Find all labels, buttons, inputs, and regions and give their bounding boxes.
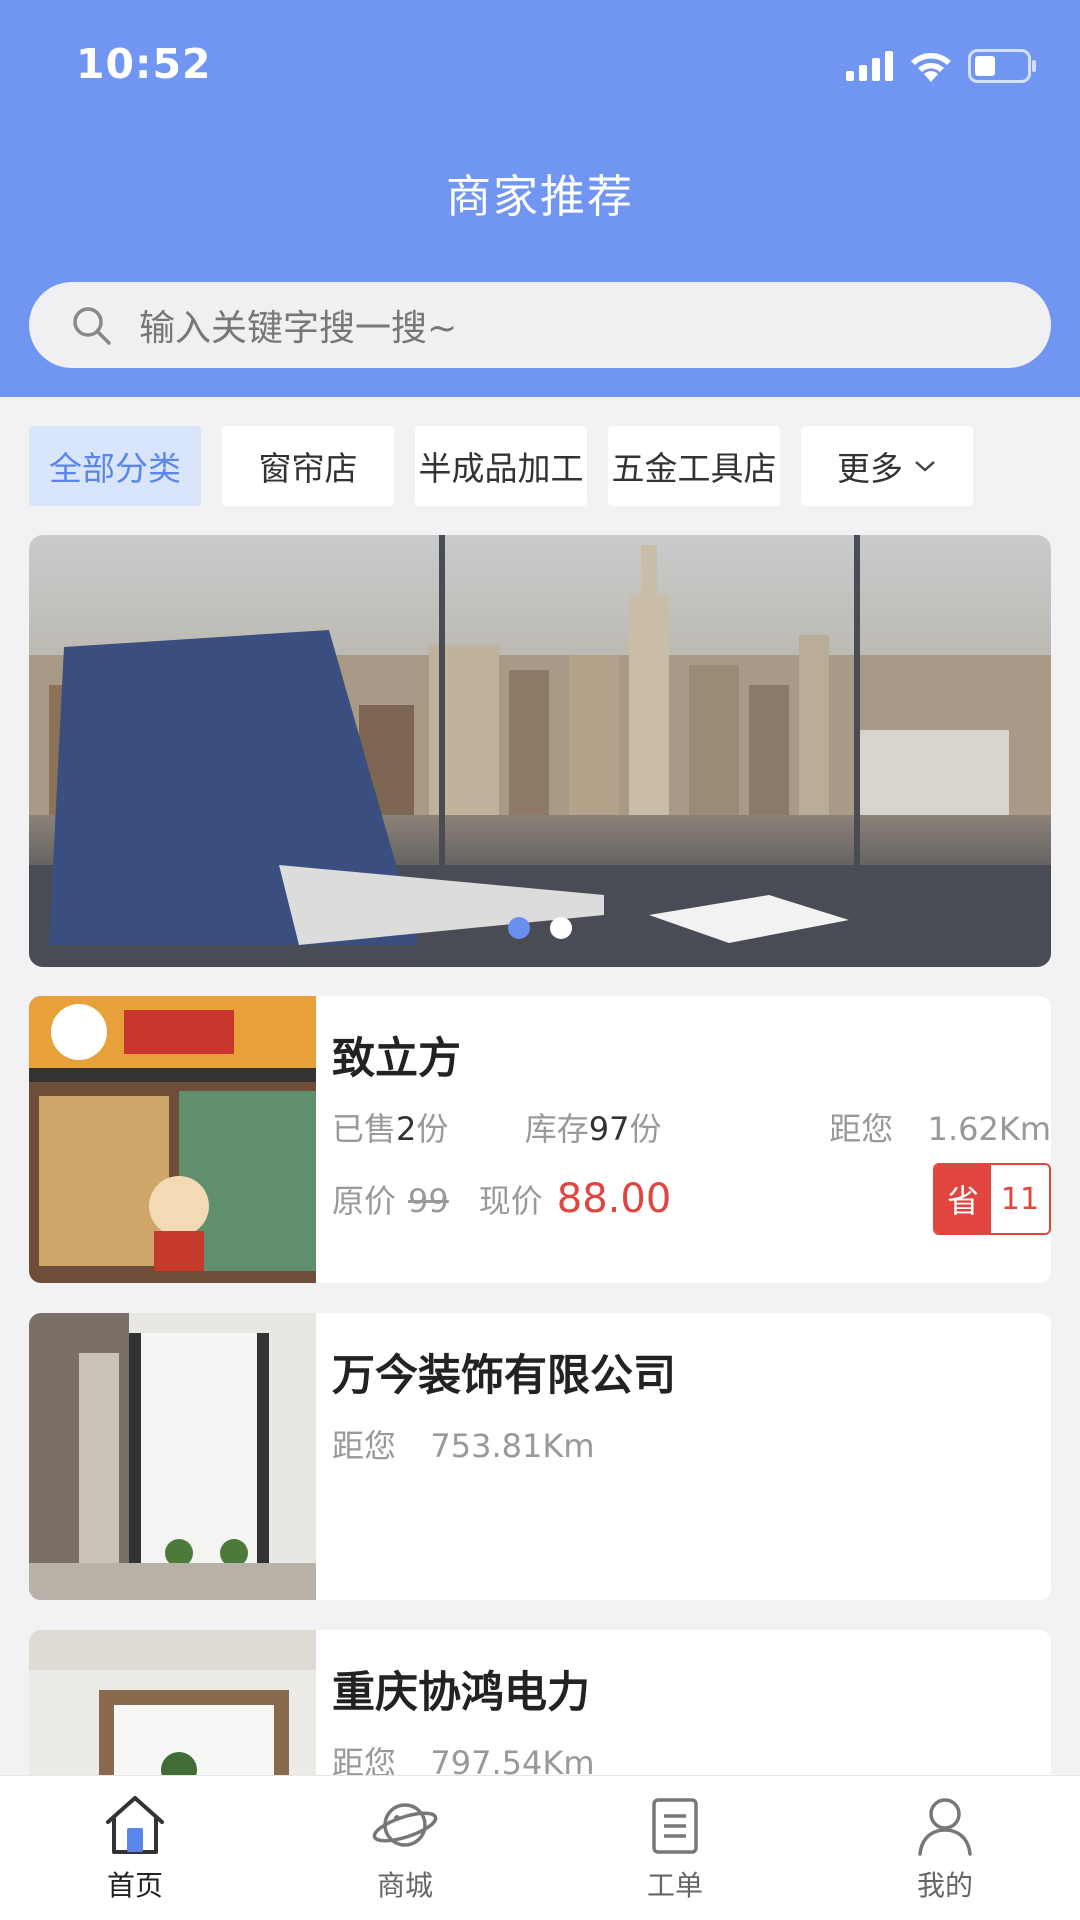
signal-icon: [846, 51, 893, 81]
banner-image: [29, 535, 1051, 967]
planet-icon: [372, 1803, 438, 1847]
orig-price: 99: [408, 1182, 449, 1220]
category-tab-semi-finished[interactable]: 半成品加工: [415, 426, 587, 506]
save-label: 省: [935, 1165, 991, 1233]
bottom-tab-bar: 首页 商城 工单 我的: [0, 1775, 1080, 1920]
carousel-dots: [29, 917, 1051, 939]
tab-label: 工单: [646, 1869, 703, 1902]
save-amount: 11: [1000, 1181, 1040, 1217]
tab-mall[interactable]: 商城: [335, 1790, 475, 1910]
stock-count: 97: [588, 1110, 630, 1148]
banner-carousel[interactable]: [29, 535, 1051, 967]
merchant-card[interactable]: 万今装饰有限公司 距您 753.81Km: [29, 1313, 1051, 1600]
stock-prefix: 库存: [524, 1110, 589, 1148]
stock-unit: 份: [629, 1110, 662, 1148]
user-icon: [918, 1798, 972, 1856]
distance-label: 距您: [332, 1427, 397, 1465]
merchant-image: [29, 1313, 316, 1600]
battery-icon: [968, 49, 1036, 83]
tab-home[interactable]: 首页: [65, 1790, 205, 1910]
merchant-image: [29, 996, 316, 1283]
merchant-name: 万今装饰有限公司: [332, 1351, 676, 1401]
save-badge: 省 11: [933, 1163, 1051, 1235]
tab-label: 商城: [376, 1869, 433, 1902]
sales-stock-info: 已售2份 库存97份: [332, 1104, 661, 1150]
search-placeholder: 输入关键字搜一搜~: [139, 308, 458, 349]
orig-price-label: 原价: [332, 1182, 397, 1220]
now-price-label: 现价: [478, 1182, 543, 1220]
sold-prefix: 已售: [332, 1110, 397, 1148]
sold-count: 2: [396, 1110, 417, 1148]
distance-value: 753.81Km: [430, 1427, 595, 1465]
status-icons: [846, 48, 1038, 84]
more-label: 更多: [837, 449, 903, 488]
category-tab-more[interactable]: 更多: [801, 426, 973, 506]
home-icon: [106, 1796, 164, 1854]
distance-info: 距您 1.62Km: [829, 1104, 1051, 1150]
merchant-card[interactable]: 致立方 已售2份 库存97份 距您 1.62Km 原价 99 现价 88.00 …: [29, 996, 1051, 1283]
carousel-dot-2[interactable]: [550, 917, 572, 939]
carousel-dot-1[interactable]: [508, 917, 530, 939]
merchant-name: 重庆协鸿电力: [332, 1668, 590, 1718]
chevron-down-icon: [915, 461, 935, 472]
tab-label: 我的: [916, 1869, 973, 1902]
wifi-icon: [911, 53, 951, 82]
category-tab-all[interactable]: 全部分类: [29, 426, 201, 506]
header-bar: 10:52 商家推荐 输入关键字搜一搜~: [0, 0, 1080, 397]
tab-work-order[interactable]: 工单: [605, 1790, 745, 1910]
price-info: 原价 99 现价 88.00: [332, 1176, 671, 1222]
search-input[interactable]: 输入关键字搜一搜~: [29, 282, 1051, 368]
sold-unit: 份: [416, 1110, 449, 1148]
distance-label: 距您: [829, 1110, 894, 1148]
now-price: 88.00: [556, 1176, 672, 1222]
search-icon: [73, 307, 111, 345]
page-title: 商家推荐: [445, 170, 634, 223]
status-time: 10:52: [76, 40, 212, 88]
tab-mine[interactable]: 我的: [875, 1790, 1015, 1910]
merchant-name: 致立方: [332, 1034, 461, 1084]
status-bar: 10:52: [0, 0, 1080, 130]
document-icon: [652, 1798, 698, 1854]
category-tab-curtain[interactable]: 窗帘店: [222, 426, 394, 506]
distance-info: 距您 753.81Km: [332, 1421, 594, 1467]
category-tab-hardware[interactable]: 五金工具店: [608, 426, 780, 506]
tab-label: 首页: [106, 1869, 163, 1902]
distance-value: 1.62Km: [927, 1110, 1051, 1148]
